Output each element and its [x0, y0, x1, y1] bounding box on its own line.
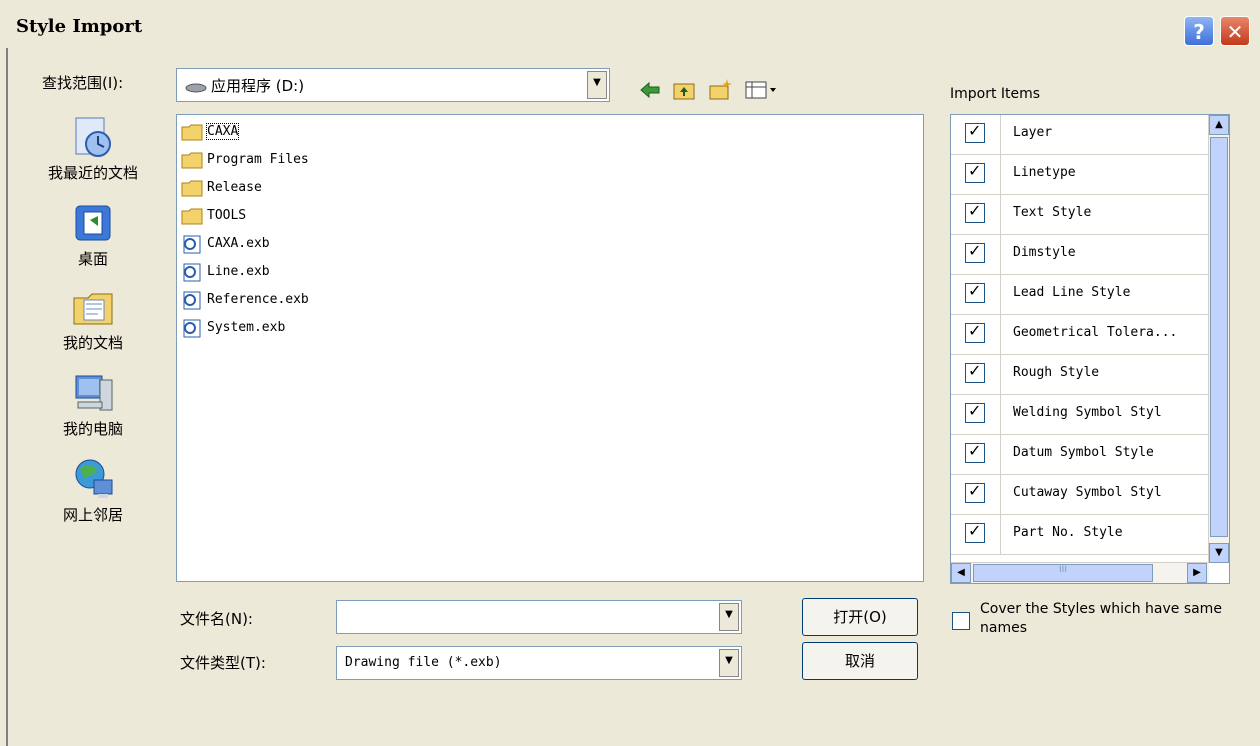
- cancel-button[interactable]: 取消: [802, 642, 918, 680]
- import-item-checkbox[interactable]: ✓: [965, 521, 985, 543]
- import-items-label: Import Items: [950, 86, 1041, 102]
- list-item[interactable]: CAXA: [181, 119, 240, 145]
- scroll-right-icon[interactable]: ▶: [1187, 563, 1207, 583]
- import-item-checkbox[interactable]: ✓: [965, 401, 985, 423]
- list-item[interactable]: TOOLS: [181, 203, 246, 229]
- place-network[interactable]: 网上邻居: [28, 456, 158, 525]
- place-my-documents[interactable]: 我的文档: [28, 284, 158, 353]
- network-places-icon: [70, 456, 116, 502]
- window-title: Style Import: [16, 16, 143, 37]
- place-recent[interactable]: 我最近的文档: [28, 114, 158, 183]
- folder-icon: [181, 152, 203, 168]
- recent-documents-icon: [70, 114, 116, 160]
- exb-file-icon: [183, 291, 201, 309]
- import-item-cutaway-symbol-style[interactable]: ✓ Cutaway Symbol Styl: [951, 475, 1209, 515]
- import-item-datum-symbol-style[interactable]: ✓ Datum Symbol Style: [951, 435, 1209, 475]
- import-item-layer[interactable]: ✓ Layer: [951, 115, 1209, 155]
- import-item-checkbox[interactable]: ✓: [965, 241, 985, 263]
- title-bar: Style Import ? ✕: [0, 0, 1260, 48]
- new-folder-icon[interactable]: [708, 78, 732, 102]
- filetype-label: 文件类型(T):: [180, 654, 266, 672]
- list-item[interactable]: Release: [181, 175, 262, 201]
- folder-icon: [181, 208, 203, 224]
- exb-file-icon: [183, 263, 201, 281]
- desktop-icon: [70, 200, 116, 246]
- exb-file-icon: [183, 319, 201, 337]
- my-computer-icon: [70, 370, 116, 416]
- list-item[interactable]: Program Files: [181, 147, 309, 173]
- horizontal-scrollbar[interactable]: ◀ III ▶: [951, 562, 1209, 583]
- filetype-arrow[interactable]: ▼: [719, 649, 739, 677]
- exb-file-icon: [183, 235, 201, 253]
- lookin-value: 应用程序 (D:): [211, 77, 305, 95]
- close-button[interactable]: ✕: [1220, 16, 1250, 46]
- import-item-checkbox[interactable]: ✓: [965, 201, 985, 223]
- filename-input[interactable]: ▼: [336, 600, 742, 634]
- import-item-welding-symbol-style[interactable]: ✓ Welding Symbol Styl: [951, 395, 1209, 435]
- filename-arrow[interactable]: ▼: [719, 603, 739, 631]
- drive-icon: [185, 79, 207, 97]
- filename-label: 文件名(N):: [180, 610, 253, 628]
- scroll-down-icon[interactable]: ▼: [1209, 543, 1229, 563]
- list-item[interactable]: System.exb: [181, 315, 285, 341]
- import-item-text-style[interactable]: ✓ Text Style: [951, 195, 1209, 235]
- import-item-checkbox[interactable]: ✓: [965, 441, 985, 463]
- import-item-rough-style[interactable]: ✓ Rough Style: [951, 355, 1209, 395]
- scroll-thumb-horizontal[interactable]: III: [973, 564, 1153, 582]
- cover-styles-checkbox[interactable]: [952, 612, 970, 630]
- file-list[interactable]: CAXA Program Files Release TOOLS CAXA.ex…: [176, 114, 924, 582]
- filetype-dropdown[interactable]: Drawing file (*.exb) ▼: [336, 646, 742, 680]
- back-icon[interactable]: [638, 78, 662, 102]
- lookin-arrow[interactable]: ▼: [587, 71, 607, 99]
- up-folder-icon[interactable]: [672, 78, 696, 102]
- import-item-checkbox[interactable]: ✓: [965, 321, 985, 343]
- folder-icon: [181, 180, 203, 196]
- views-menu-icon[interactable]: [744, 78, 780, 102]
- list-item[interactable]: Line.exb: [181, 259, 270, 285]
- scroll-thumb[interactable]: [1210, 137, 1228, 537]
- place-my-computer[interactable]: 我的电脑: [28, 370, 158, 439]
- open-button[interactable]: 打开(O): [802, 598, 918, 636]
- import-item-lead-line-style[interactable]: ✓ Lead Line Style: [951, 275, 1209, 315]
- my-documents-icon: [70, 284, 116, 330]
- window-frame: [6, 48, 8, 746]
- lookin-dropdown[interactable]: 应用程序 (D:) ▼: [176, 68, 610, 102]
- import-item-dimstyle[interactable]: ✓ Dimstyle: [951, 235, 1209, 275]
- place-desktop[interactable]: 桌面: [28, 200, 158, 269]
- list-item[interactable]: Reference.exb: [181, 287, 309, 313]
- import-item-checkbox[interactable]: ✓: [965, 121, 985, 143]
- import-item-linetype[interactable]: ✓ Linetype: [951, 155, 1209, 195]
- import-items-list[interactable]: ✓ Layer ✓ Linetype ✓ Text Style ✓ Dimstyle ✓…: [950, 114, 1230, 584]
- import-item-checkbox[interactable]: ✓: [965, 361, 985, 383]
- import-item-checkbox[interactable]: ✓: [965, 161, 985, 183]
- import-item-checkbox[interactable]: ✓: [965, 481, 985, 503]
- lookin-label: 查找范围(I):: [42, 74, 124, 92]
- scroll-left-icon[interactable]: ◀: [951, 563, 971, 583]
- help-button[interactable]: ?: [1184, 16, 1214, 46]
- import-item-geometrical-tolerance[interactable]: ✓ Geometrical Tolera...: [951, 315, 1209, 355]
- scroll-up-icon[interactable]: ▲: [1209, 115, 1229, 135]
- import-item-part-no-style[interactable]: ✓ Part No. Style: [951, 515, 1209, 555]
- cover-styles-label: Cover the Styles which have same names: [980, 601, 1222, 636]
- list-item[interactable]: CAXA.exb: [181, 231, 270, 257]
- folder-icon: [181, 124, 203, 140]
- vertical-scrollbar[interactable]: ▲ ▼: [1208, 115, 1229, 563]
- import-item-checkbox[interactable]: ✓: [965, 281, 985, 303]
